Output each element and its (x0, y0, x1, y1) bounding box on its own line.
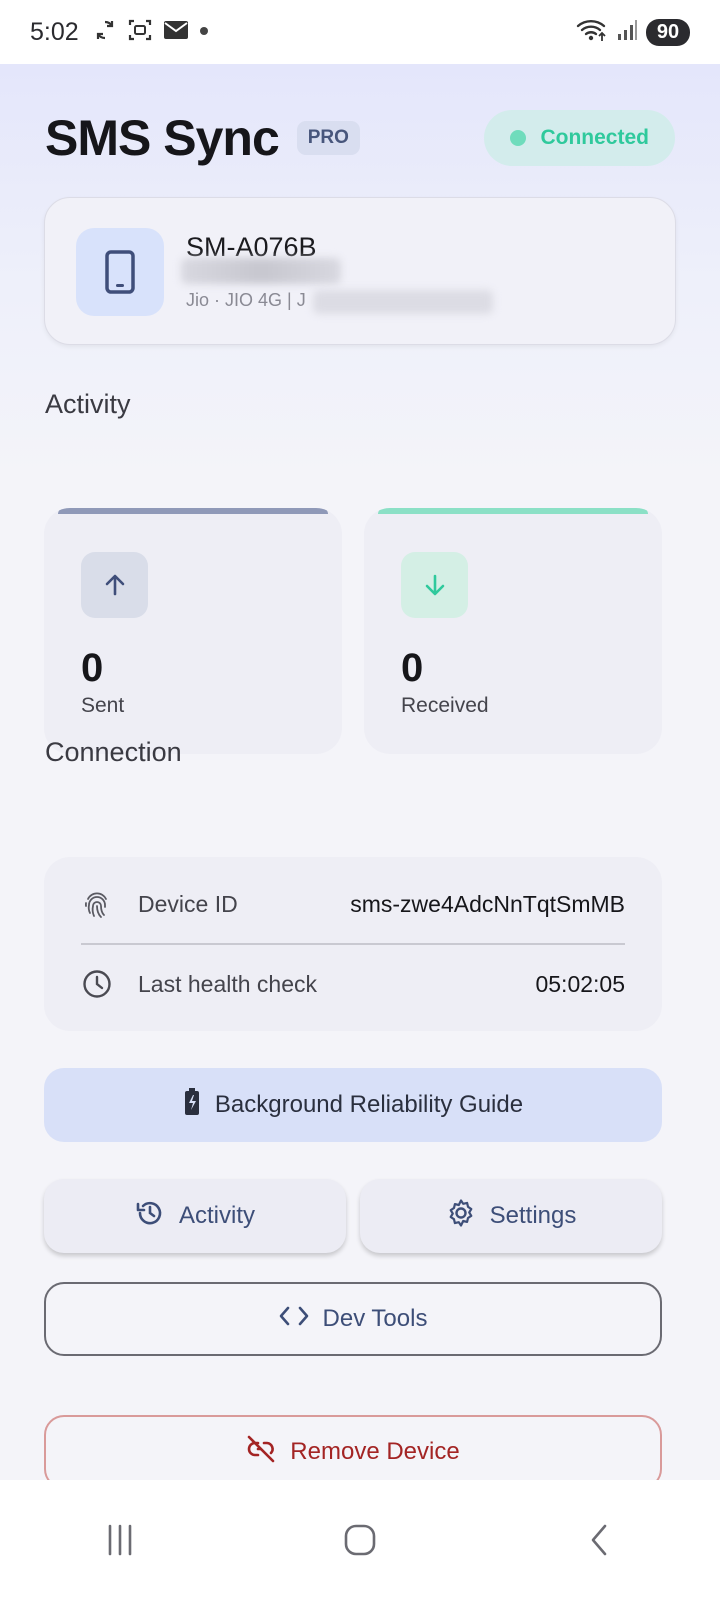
status-time: 5:02 (30, 17, 79, 46)
device-carrier: Jio · JIO 4G | J (186, 290, 306, 310)
arrow-down-icon (401, 552, 468, 618)
clock-icon (82, 969, 112, 999)
signal-icon (616, 19, 638, 46)
dot-icon (199, 23, 209, 41)
connection-status-badge: Connected (484, 110, 675, 166)
wifi-icon (576, 17, 608, 48)
received-accent-bar (378, 508, 648, 514)
home-icon (344, 1524, 376, 1556)
device-id-value[interactable]: sms-zwe4AdcNnTqtSmMB (350, 891, 625, 918)
smartphone-icon (76, 228, 164, 316)
device-card[interactable]: SM-A076B Jio · JIO 4G | J (44, 197, 676, 345)
code-icon (279, 1305, 309, 1334)
history-icon (135, 1198, 165, 1235)
remove-device-button[interactable]: Remove Device (44, 1415, 662, 1489)
status-dot-icon (510, 130, 527, 146)
arrow-up-icon (81, 552, 148, 618)
app-content: SMS Sync PRO Connected SM-A076B Jio · JI… (0, 64, 720, 1512)
settings-button[interactable]: Settings (360, 1179, 662, 1253)
system-nav-bar (0, 1480, 720, 1600)
battery-indicator: 90 (646, 18, 690, 46)
received-stat-card: 0 Received (364, 508, 662, 754)
link-off-icon (246, 1434, 276, 1471)
reliability-guide-button[interactable]: Background Reliability Guide (44, 1068, 662, 1142)
sent-count: 0 (81, 646, 104, 690)
received-label: Received (401, 694, 489, 717)
redacted-phone-number (181, 258, 341, 284)
device-id-label: Device ID (138, 890, 238, 917)
connection-card: Device ID sms-zwe4AdcNnTqtSmMB Last heal… (44, 857, 662, 1031)
health-check-label: Last health check (138, 970, 318, 997)
recents-icon (108, 1524, 132, 1556)
pro-badge: PRO (296, 121, 360, 155)
received-count: 0 (401, 646, 424, 690)
mail-icon (163, 19, 189, 46)
device-id-row: Device ID sms-zwe4AdcNnTqtSmMB (44, 874, 662, 934)
back-button[interactable] (570, 1510, 630, 1570)
connection-status-label: Connected (540, 126, 649, 149)
app-title: SMS Sync (45, 110, 280, 166)
divider (81, 943, 625, 945)
connection-section-title: Connection (45, 737, 182, 767)
activity-section-title: Activity (45, 389, 131, 419)
reliability-guide-label: Background Reliability Guide (214, 1091, 524, 1118)
screenshot-icon (127, 17, 153, 48)
sync-icon (93, 18, 117, 47)
activity-button-label: Activity (178, 1202, 255, 1229)
redacted-carrier-detail (313, 290, 493, 314)
home-button[interactable] (330, 1510, 390, 1570)
health-check-value: 05:02:05 (535, 970, 625, 997)
sent-accent-bar (58, 508, 328, 514)
dev-tools-label: Dev Tools (322, 1305, 428, 1332)
dev-tools-button[interactable]: Dev Tools (44, 1282, 662, 1356)
back-icon (591, 1524, 607, 1556)
activity-button[interactable]: Activity (44, 1179, 346, 1253)
status-bar: 5:02 90 (0, 0, 720, 64)
recents-button[interactable] (90, 1510, 150, 1570)
sent-stat-card: 0 Sent (44, 508, 342, 754)
settings-button-label: Settings (489, 1202, 577, 1229)
battery-charging-icon (183, 1087, 201, 1124)
sent-label: Sent (81, 694, 125, 717)
fingerprint-icon (82, 889, 112, 919)
app-header: SMS Sync PRO Connected (45, 108, 675, 168)
health-check-row: Last health check 05:02:05 (44, 954, 662, 1014)
gear-icon (446, 1198, 476, 1235)
remove-device-label: Remove Device (290, 1438, 460, 1465)
